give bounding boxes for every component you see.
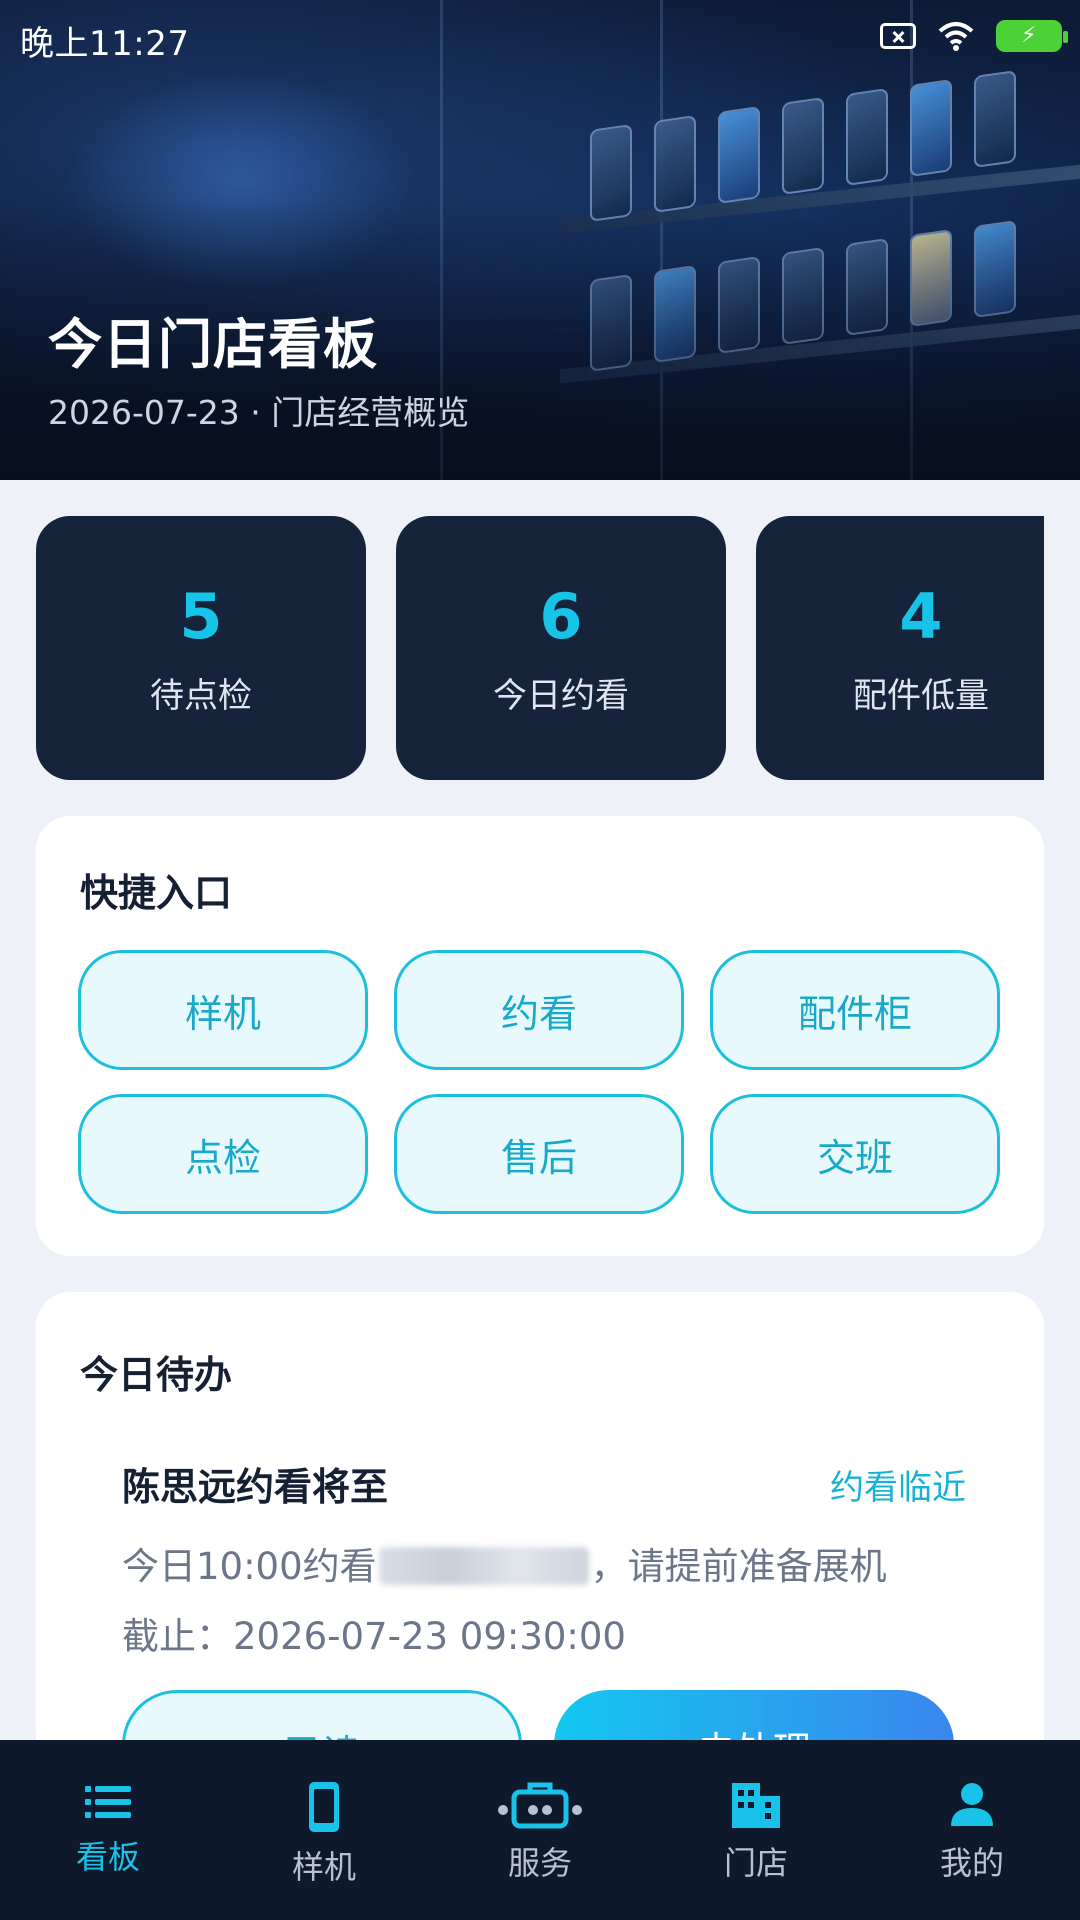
stat-card-pending-check[interactable]: 5 待点检: [36, 516, 366, 780]
quick-button-appointments[interactable]: 约看: [394, 950, 684, 1070]
tab-label: 我的: [939, 1844, 1004, 1882]
todo-item-deadline: 截止：2026-07-23 09:30:00: [122, 1615, 626, 1658]
store-icon: [732, 1783, 780, 1828]
status-time: 晚上11:27: [20, 24, 190, 64]
bottom-tab-bar: 看板 样机 服务 门店 我的: [0, 1740, 1080, 1920]
page-subtitle: 2026-07-23 · 门店经营概览: [48, 393, 470, 432]
hero-banner: 晚上11:27 ⚡ 今日门店看板 2026-07-23 · 门店经营概览: [0, 0, 1080, 480]
todo-title: 今日待办: [80, 1353, 233, 1397]
quick-button-inspection[interactable]: 点检: [78, 1094, 368, 1214]
tab-service[interactable]: 服务: [432, 1740, 648, 1920]
quick-button-after-sales[interactable]: 售后: [394, 1094, 684, 1214]
stat-value: 4: [899, 580, 943, 653]
no-sim-icon: [880, 23, 916, 49]
user-icon: [951, 1783, 993, 1826]
todo-desc-prefix: 今日10:00约看: [122, 1545, 377, 1588]
redacted-product-name: [378, 1547, 589, 1585]
todo-item-tag: 约看临近: [830, 1468, 966, 1508]
quick-button-demo-phones[interactable]: 样机: [78, 950, 368, 1070]
todo-item-title: 陈思远约看将至: [122, 1465, 389, 1509]
screen: 晚上11:27 ⚡ 今日门店看板 2026-07-23 · 门店经营概览 5 待…: [0, 0, 1080, 1920]
tab-label: 样机: [291, 1848, 356, 1886]
tab-label: 看板: [75, 1838, 140, 1876]
stat-card-appointments[interactable]: 6 今日约看: [396, 516, 726, 780]
tab-store[interactable]: 门店: [648, 1740, 864, 1920]
stat-label: 今日约看: [493, 676, 629, 716]
quick-button-shift-handover[interactable]: 交班: [710, 1094, 1000, 1214]
quick-entry-title: 快捷入口: [80, 871, 233, 915]
tab-label: 门店: [723, 1844, 788, 1882]
stat-label: 配件低量: [853, 676, 989, 716]
page-title: 今日门店看板: [48, 313, 378, 376]
stat-label: 待点检: [150, 676, 252, 716]
stat-value: 6: [539, 580, 583, 653]
status-bar: 晚上11:27 ⚡: [0, 0, 1080, 76]
tab-label: 服务: [507, 1844, 572, 1882]
phone-icon: [309, 1782, 339, 1832]
toolbox-icon: [498, 1782, 582, 1829]
quick-button-accessory-cabinet[interactable]: 配件柜: [710, 950, 1000, 1070]
list-icon: [85, 1786, 131, 1818]
battery-charging-icon: ⚡: [996, 20, 1068, 52]
todo-desc-suffix: ，请提前准备展机: [590, 1545, 887, 1588]
tab-profile[interactable]: 我的: [864, 1740, 1080, 1920]
stat-card-low-accessories[interactable]: 4 配件低量: [756, 516, 1044, 780]
stat-value: 5: [179, 580, 223, 653]
tab-demo-phones[interactable]: 样机: [216, 1740, 432, 1920]
wifi-icon: [938, 22, 974, 51]
stats-row: 5 待点检 6 今日约看 4 配件低量: [36, 516, 1044, 780]
tab-dashboard[interactable]: 看板: [0, 1740, 216, 1920]
todo-item-description: 今日10:00约看 ，请提前准备展机: [122, 1536, 887, 1590]
quick-entry-card: 快捷入口 样机 约看 配件柜 点检 售后 交班: [36, 816, 1044, 1256]
